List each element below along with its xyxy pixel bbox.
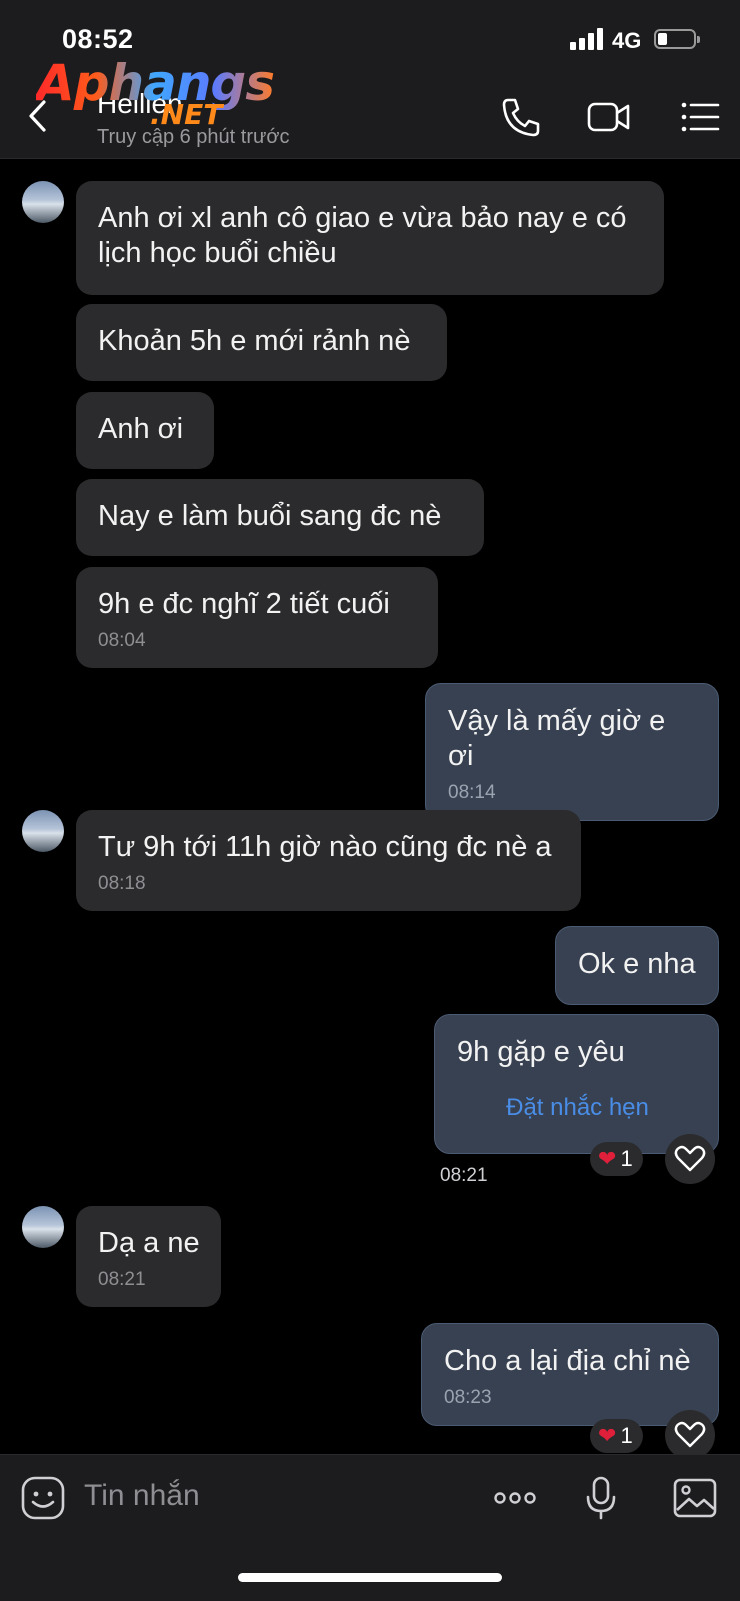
message-sent[interactable]: Ok e nha (555, 926, 719, 1005)
message-time: 08:21 (440, 1165, 488, 1186)
message-text: 9h gặp e yêu (457, 1036, 625, 1068)
menu-list-icon[interactable] (678, 94, 724, 140)
message-text: Anh ơi (98, 413, 184, 445)
signal-icon (570, 28, 604, 50)
message-text: Cho a lại địa chỉ nè (444, 1345, 691, 1377)
heart-icon: ❤ (598, 1146, 617, 1171)
message-text: 9h e đc nghĩ 2 tiết cuối (98, 588, 390, 620)
message-text: Vậy là mấy giờ e ơi (448, 705, 666, 772)
video-call-icon[interactable] (586, 94, 632, 140)
avatar[interactable] (22, 810, 64, 852)
reaction-count: 1 (620, 1423, 633, 1448)
heart-outline-icon (674, 1421, 706, 1448)
message-text: Anh ơi xl anh cô giao e vừa bảo nay e có… (98, 202, 627, 269)
message-input[interactable]: Tin nhắn (84, 1479, 200, 1513)
status-time: 08:52 (62, 24, 134, 54)
like-button[interactable] (665, 1134, 715, 1184)
network-type: 4G (612, 28, 642, 53)
message-received[interactable]: Tư 9h tới 11h giờ nào cũng đc nè a 08:18 (76, 810, 581, 911)
watermark-logo: Aphangs .NET (36, 56, 275, 136)
message-received[interactable]: Anh ơi xl anh cô giao e vừa bảo nay e có… (76, 181, 664, 295)
sticker-icon[interactable] (20, 1475, 66, 1521)
home-indicator[interactable] (238, 1573, 502, 1582)
message-sent[interactable]: 9h gặp e yêu Đặt nhắc hẹn (434, 1014, 719, 1154)
message-time: 08:14 (448, 782, 496, 803)
like-button[interactable] (665, 1410, 715, 1460)
watermark-sub: .NET (150, 98, 223, 131)
message-time: 08:18 (98, 873, 146, 894)
heart-icon: ❤ (598, 1423, 617, 1448)
avatar[interactable] (22, 181, 64, 223)
message-received[interactable]: Nay e làm buổi sang đc nè (76, 479, 484, 556)
phone-icon[interactable] (498, 94, 544, 140)
microphone-icon[interactable] (578, 1475, 624, 1521)
avatar[interactable] (22, 1206, 64, 1248)
more-icon[interactable] (492, 1475, 538, 1521)
message-time: 08:21 (98, 1269, 146, 1290)
battery-icon (654, 29, 700, 49)
heart-outline-icon (674, 1145, 706, 1172)
reaction-badge[interactable]: ❤ 1 (590, 1142, 643, 1176)
message-text: Tư 9h tới 11h giờ nào cũng đc nè a (98, 831, 552, 863)
message-sent[interactable]: Vậy là mấy giờ e ơi 08:14 (425, 683, 719, 821)
message-received[interactable]: Dạ a ne 08:21 (76, 1206, 221, 1307)
message-received[interactable]: Anh ơi (76, 392, 214, 469)
message-received[interactable]: 9h e đc nghĩ 2 tiết cuối 08:04 (76, 567, 438, 668)
message-received[interactable]: Khoản 5h e mới rảnh nè (76, 304, 447, 381)
message-text: Ok e nha (578, 948, 696, 980)
set-reminder-link[interactable]: Đặt nhắc hẹn (457, 1090, 698, 1125)
message-text: Dạ a ne (98, 1227, 200, 1259)
message-text: Nay e làm buổi sang đc nè (98, 500, 442, 532)
reaction-badge[interactable]: ❤ 1 (590, 1419, 643, 1453)
message-text: Khoản 5h e mới rảnh nè (98, 325, 411, 357)
message-time: 08:23 (444, 1387, 492, 1408)
message-time: 08:04 (98, 630, 146, 651)
image-icon[interactable] (672, 1475, 718, 1521)
reaction-count: 1 (620, 1146, 633, 1171)
